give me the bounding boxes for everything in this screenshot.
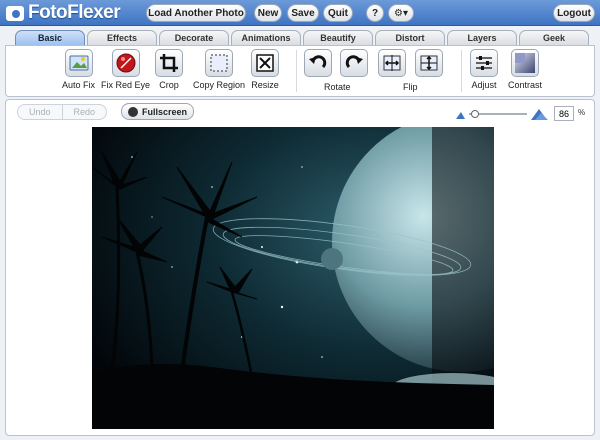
tab-effects[interactable]: Effects <box>87 30 157 45</box>
redo-button[interactable]: Redo <box>63 105 107 119</box>
small-moon <box>321 248 343 270</box>
contrast-label: Contrast <box>508 80 543 90</box>
mountain-small-icon[interactable] <box>456 112 465 119</box>
rotate-label: Rotate <box>324 82 351 92</box>
load-another-photo-button[interactable]: Load Another Photo <box>146 4 246 22</box>
tab-decorate[interactable]: Decorate <box>159 30 229 45</box>
auto-fix-icon <box>64 49 93 77</box>
photo-canvas[interactable] <box>92 127 494 429</box>
logout-button[interactable]: Logout <box>553 4 595 22</box>
undo-redo-group: Undo Redo <box>17 104 107 120</box>
flip-vertical-tool[interactable] <box>415 49 443 77</box>
rotate-right-tool[interactable] <box>340 49 368 77</box>
editor-workspace: Undo Redo Fullscreen 86 % <box>5 99 595 436</box>
undo-button[interactable]: Undo <box>18 105 63 119</box>
top-bar: FotoFlexer Load Another Photo New Save Q… <box>0 0 600 26</box>
toolbar-separator <box>461 50 462 92</box>
tab-layers[interactable]: Layers <box>447 30 517 45</box>
resize-label: Resize <box>251 80 279 90</box>
tab-distort[interactable]: Distort <box>375 30 445 45</box>
auto-fix-tool[interactable]: Auto Fix <box>62 49 95 90</box>
tab-geek[interactable]: Geek <box>519 30 589 45</box>
toolbar-separator <box>296 50 297 92</box>
red-eye-icon <box>111 49 140 77</box>
rotate-right-icon <box>340 49 368 77</box>
tab-basic[interactable]: Basic <box>15 30 85 45</box>
logo: FotoFlexer <box>6 2 121 24</box>
copy-region-icon <box>205 49 234 77</box>
rotate-left-icon <box>304 49 332 77</box>
flip-label: Flip <box>403 82 418 92</box>
tab-beautify[interactable]: Beautify <box>303 30 373 45</box>
fotoflexer-app: FotoFlexer Load Another Photo New Save Q… <box>0 0 600 440</box>
help-button[interactable]: ? <box>366 4 384 22</box>
auto-fix-label: Auto Fix <box>62 80 96 90</box>
resize-tool[interactable]: Resize <box>251 49 279 90</box>
zoom-control: 86 % <box>455 106 591 122</box>
adjust-label: Adjust <box>471 80 497 90</box>
adjust-tool[interactable]: Adjust <box>470 49 498 90</box>
logo-text: FotoFlexer <box>28 2 121 23</box>
new-button[interactable]: New <box>254 4 282 22</box>
flip-horizontal-tool[interactable] <box>378 49 406 77</box>
camera-icon <box>6 5 24 21</box>
resize-icon <box>251 49 279 77</box>
crop-icon <box>155 49 183 77</box>
tab-bar: Basic Effects Decorate Animations Beauti… <box>0 27 600 45</box>
basic-toolbar: Auto Fix Fix Red Eye Crop Copy Region Re… <box>5 45 595 97</box>
contrast-tool[interactable]: Contrast <box>508 49 542 90</box>
zoom-percent: % <box>578 108 586 117</box>
settings-button[interactable]: ⚙▾ <box>388 4 414 22</box>
quit-button[interactable]: Quit <box>323 4 353 22</box>
mountain-large-icon[interactable] <box>531 109 548 120</box>
sliders-icon <box>470 49 498 77</box>
copy-region-tool[interactable]: Copy Region <box>193 49 245 90</box>
tab-animations[interactable]: Animations <box>231 30 301 45</box>
flip-vertical-icon <box>415 49 443 77</box>
fix-red-eye-label: Fix Red Eye <box>101 80 151 90</box>
save-button[interactable]: Save <box>287 4 319 22</box>
contrast-icon <box>511 49 539 77</box>
fix-red-eye-tool[interactable]: Fix Red Eye <box>101 49 150 90</box>
fullscreen-label: Fullscreen <box>141 106 188 117</box>
fullscreen-icon <box>127 106 138 117</box>
copy-region-label: Copy Region <box>193 80 246 90</box>
rotate-left-tool[interactable] <box>304 49 332 77</box>
crop-tool[interactable]: Crop <box>155 49 183 90</box>
crop-label: Crop <box>159 80 179 90</box>
zoom-slider[interactable] <box>469 110 527 118</box>
flip-horizontal-icon <box>378 49 406 77</box>
zoom-value-input[interactable]: 86 <box>554 106 574 121</box>
fullscreen-button[interactable]: Fullscreen <box>121 103 194 120</box>
